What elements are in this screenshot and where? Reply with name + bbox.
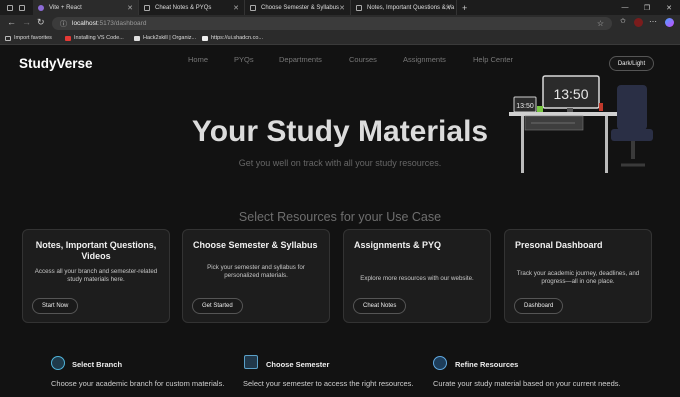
card-description: Pick your semester and syllabus for pers… [207,264,305,279]
folder-icon [5,35,11,41]
monitor-clock-small: 13:50 [516,103,534,110]
nav-help-center[interactable]: Help Center [473,55,513,64]
bookmark-hack2skill[interactable]: Hack2skill | Organiz... [134,35,196,41]
reload-icon[interactable]: ↻ [37,17,45,28]
feature-desc-refine: Curate your study material based on your… [433,379,621,388]
tab-actions-icon[interactable] [19,4,25,11]
card-description: Explore more resources with our website. [360,275,474,282]
page-content: StudyVerse Home PYQs Departments Courses… [0,45,680,397]
card-title: Assignments & PYQ [354,240,442,250]
nav-pyqs[interactable]: PYQs [234,55,254,64]
copilot-icon[interactable] [665,18,674,27]
tab-label: Notes, Important Questions & Va [367,4,455,11]
cheat-notes-button[interactable]: Cheat Notes [353,298,407,314]
tab-label: Vite + React [49,4,82,11]
browser-tab[interactable]: Cheat Notes & PYQs ✕ [139,0,245,15]
url-host: localhost [72,20,98,27]
resource-card-assignments: Assignments & PYQ Explore more resources… [343,229,491,323]
bookmark-shadcn[interactable]: https://ui.shadcn.co... [202,35,263,41]
youtube-icon [65,35,71,41]
feature-desc-semester: Select your semester to access the right… [243,379,414,388]
feature-desc-branch: Choose your academic branch for custom m… [51,379,225,388]
url-field[interactable]: ⓘ localhost:5173/dashboard ☆ [52,17,612,30]
branch-icon [51,356,65,370]
close-tab-icon[interactable]: ✕ [445,4,451,12]
bookmark-label: Hack2skill | Organiz... [143,35,197,41]
tab-label: Choose Semester & Syllabus [261,4,340,11]
mug-icon [599,103,603,111]
more-menu-icon[interactable]: ⋯ [649,17,657,26]
get-started-button[interactable]: Get Started [192,298,243,314]
close-tab-icon[interactable]: ✕ [233,4,239,12]
nav-courses[interactable]: Courses [349,55,377,64]
section-title: Select Resources for your Use Case [238,210,442,224]
profile-avatar[interactable] [634,18,643,27]
plant-icon [537,106,543,112]
window-menu-icon[interactable] [7,4,13,11]
browser-tab[interactable]: Choose Semester & Syllabus ✕ [245,0,351,15]
resource-card-semester: Choose Semester & Syllabus Pick your sem… [182,229,330,323]
card-description: Access all your branch and semester-rela… [34,268,158,283]
minimize-icon[interactable]: — [614,4,636,11]
close-tab-icon[interactable]: ✕ [127,4,133,12]
feature-title-refine: Refine Resources [455,360,519,369]
page-favicon-icon [250,4,256,11]
address-bar-row: ← → ↻ ⓘ localhost:5173/dashboard ☆ ✩ ⋯ [0,15,680,32]
page-favicon-icon [356,4,362,11]
info-icon[interactable]: ⓘ [60,19,67,29]
bookmark-installing-vscode[interactable]: Installing VS Code... [65,35,124,41]
nav-departments[interactable]: Departments [279,55,322,64]
shadcn-icon [202,35,208,41]
resource-card-notes: Notes, Important Questions, Videos Acces… [22,229,170,323]
forward-icon[interactable]: → [22,17,31,27]
dashboard-button[interactable]: Dashboard [514,298,564,314]
globe-icon [433,356,447,370]
browser-tab-bar: Vite + React ✕ Cheat Notes & PYQs ✕ Choo… [0,0,680,15]
bookmark-label: https://ui.shadcn.co... [211,35,263,41]
card-title: Presonal Dashboard [515,240,603,250]
vite-favicon-icon [38,4,44,11]
maximize-icon[interactable]: ❐ [636,4,658,12]
window-controls: — ❐ ✕ [614,0,680,15]
close-window-icon[interactable]: ✕ [658,4,680,12]
card-description: Track your academic journey, deadlines, … [516,270,640,285]
back-icon[interactable]: ← [7,17,16,27]
resource-card-dashboard: Presonal Dashboard Track your academic j… [504,229,652,323]
feature-title-semester: Choose Semester [266,360,330,369]
browser-tab[interactable]: Vite + React ✕ [33,0,139,15]
card-title: Choose Semester & Syllabus [193,240,318,250]
hero-title: Your Study Materials [191,115,489,148]
new-tab-icon[interactable]: + [462,3,467,13]
start-now-button[interactable]: Start Now [32,298,79,314]
feature-title-branch: Select Branch [72,360,123,369]
card-title: Notes, Important Questions, Videos [35,240,157,261]
monitor-clock-large: 13:50 [553,86,588,102]
page-favicon-icon [144,4,150,11]
bookmark-label: Import favorites [14,35,52,41]
hack2skill-icon [134,35,140,41]
site-logo[interactable]: StudyVerse [19,56,93,71]
url-path: :5173/dashboard [97,20,147,27]
browser-tab[interactable]: Notes, Important Questions & Va ✕ [351,0,457,15]
favorites-icon[interactable]: ✩ [620,17,626,25]
nav-home[interactable]: Home [188,55,208,64]
tab-label: Cheat Notes & PYQs [155,4,212,11]
bookmark-label: Installing VS Code... [74,35,124,41]
favorite-star-icon[interactable]: ☆ [597,19,604,28]
hero-subtitle: Get you well on track with all your stud… [238,158,442,168]
theme-toggle-button[interactable]: Dark/Light [609,56,654,71]
bookmarks-bar: Import favorites Installing VS Code... H… [0,32,680,45]
nav-assignments[interactable]: Assignments [403,55,446,64]
semester-icon [244,355,258,369]
close-tab-icon[interactable]: ✕ [339,4,345,12]
bookmark-import-favorites[interactable]: Import favorites [5,35,52,41]
